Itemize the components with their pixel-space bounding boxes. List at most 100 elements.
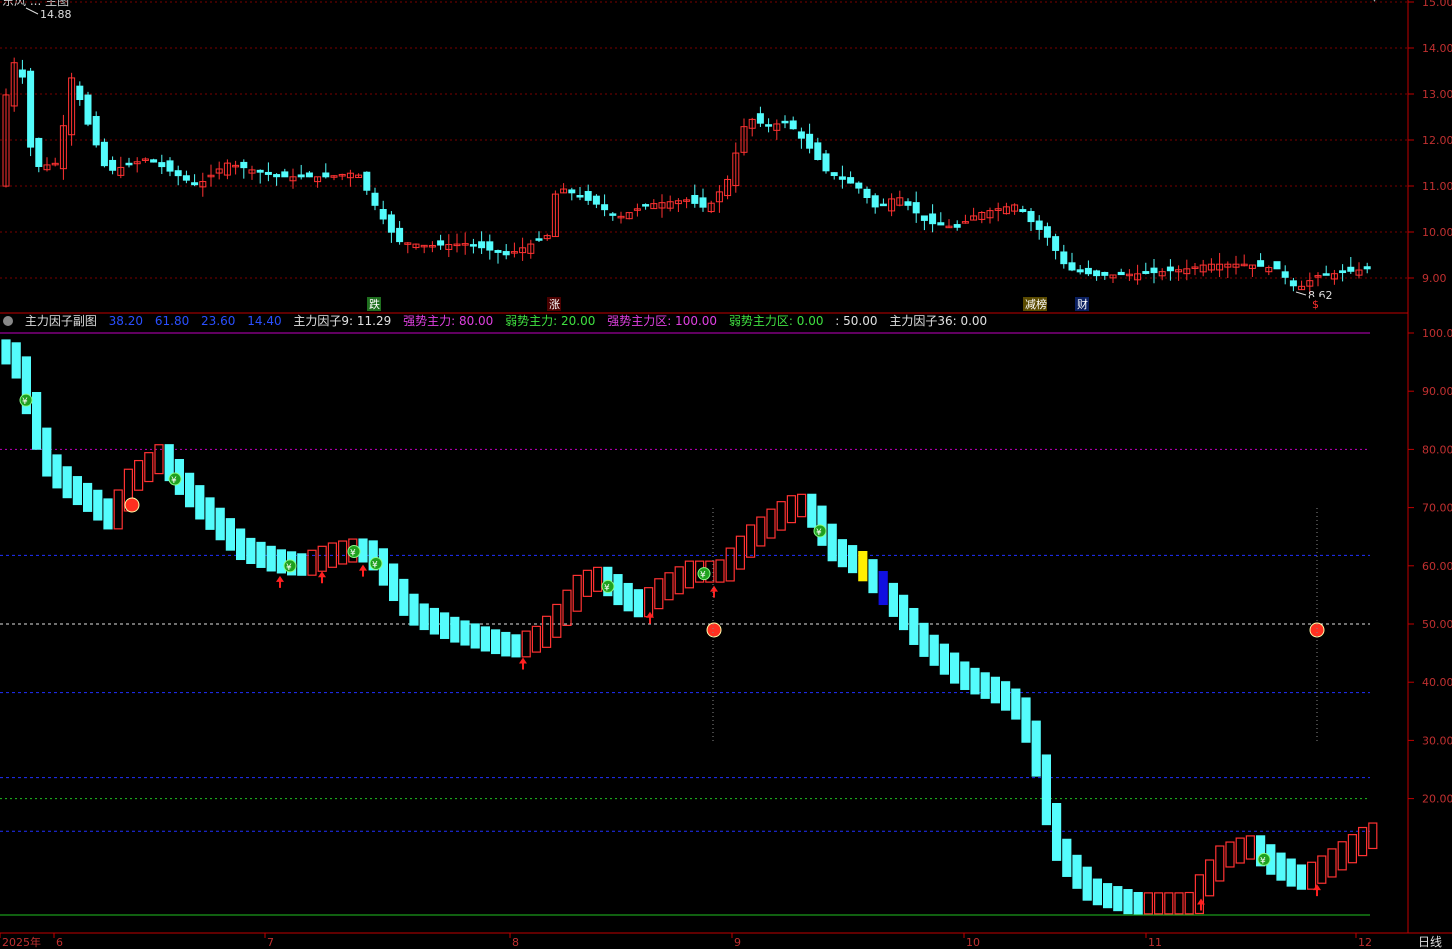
indicator-bar [1031, 720, 1041, 777]
x-axis-label: 12 [1358, 936, 1372, 949]
indicator-bar [1194, 874, 1205, 915]
indicator-bar [1235, 837, 1245, 864]
indicator-bar [460, 620, 470, 646]
indicator-bar [786, 495, 797, 524]
price-candle [1076, 269, 1084, 273]
indicator-bar [654, 578, 664, 610]
indicator-bar [307, 549, 317, 576]
stock-chart[interactable]: 15.00 14.00 13.00 12.00 11.00 10.00 9.00 14.88 8… [0, 0, 1452, 949]
price-low-pointer [1295, 291, 1307, 296]
price-tick-label: 9.00 [1422, 272, 1447, 285]
x-axis-label: 7 [267, 936, 274, 949]
indicator-bar [1, 339, 11, 365]
indicator-bar [847, 545, 858, 574]
indicator-bar [552, 603, 562, 638]
indicator-bar [82, 482, 93, 512]
sell-signal-glyph: ¥ [22, 397, 28, 407]
price-candle [568, 189, 576, 194]
price-candle [478, 241, 486, 249]
indicator-tick-label: 30.00 [1422, 734, 1452, 747]
x-axis-label: 2025年 [2, 935, 41, 949]
legend-value-strong-zone: 强势主力区: 100.00 [607, 314, 718, 328]
indicator-tick-label: 100.00 [1422, 327, 1452, 340]
sell-signal-glyph: ¥ [171, 476, 177, 486]
indicator-bar [1174, 892, 1184, 915]
sell-signal-glyph: ¥ [816, 528, 822, 538]
indicator-bar [684, 560, 695, 589]
indicator-bar [215, 507, 225, 541]
price-candle [576, 195, 584, 198]
indicator-bar [1317, 855, 1327, 884]
indicator-bar [470, 623, 480, 649]
price-tick-label: 13.00 [1422, 88, 1452, 101]
indicator-bar [898, 594, 909, 631]
indicator-bar [429, 607, 439, 635]
indicator-bar [501, 631, 511, 657]
x-axis-label: 11 [1148, 936, 1162, 949]
sell-signal-glyph: ¥ [350, 549, 356, 559]
price-candle [125, 162, 133, 166]
price-tick-label: 11.00 [1422, 180, 1452, 193]
legend-value-fib-382: 38.20 [108, 314, 144, 328]
price-candle [920, 215, 928, 221]
indicator-bar [1215, 845, 1225, 882]
window-controls[interactable]: ▾ ◦ ◦ [1372, 0, 1395, 5]
price-candle [863, 188, 871, 198]
price-candle [1273, 261, 1281, 270]
indicator-bar [1092, 878, 1103, 906]
indicator-bar [256, 541, 266, 568]
price-candle [256, 169, 264, 173]
price-candle [592, 195, 600, 205]
price-candle [781, 120, 789, 124]
indicator-bar [93, 489, 103, 521]
price-candle [953, 224, 961, 228]
indicator-bar [480, 626, 490, 652]
indicator-bar [42, 427, 52, 477]
indicator-bar [929, 634, 939, 666]
price-candle [35, 137, 43, 167]
indicator-bar [725, 547, 735, 582]
indicator-bar [888, 582, 899, 617]
indicator-bar [1011, 688, 1021, 720]
legend-value-fib-236: 23.60 [201, 314, 236, 328]
price-candle [1084, 267, 1092, 275]
sell-signal-glyph: ¥ [286, 563, 292, 573]
sell-signal-glyph: ¥ [700, 571, 706, 581]
indicator-bar [1357, 826, 1368, 857]
indicator-bar [195, 485, 205, 520]
indicator-bar [491, 629, 501, 655]
legend-value-mid: : 50.00 [835, 314, 878, 328]
indicator-bar [338, 540, 348, 565]
price-candle [904, 201, 912, 206]
price-candle [797, 131, 805, 139]
price-candle [182, 175, 190, 181]
price-candle [699, 197, 707, 208]
indicator-bar [440, 612, 450, 639]
price-candle [855, 182, 863, 189]
indicator-bar [297, 553, 307, 576]
price-candle [363, 171, 371, 191]
indicator-bar [664, 572, 674, 601]
sell-signal-glyph: ¥ [372, 561, 378, 571]
price-candle [609, 213, 617, 216]
price-candle [92, 116, 100, 146]
buy-arrow-icon [710, 585, 718, 598]
indicator-tick-label: 40.00 [1422, 676, 1452, 689]
indicator-legend: 主力因子副图 38.20 61.80 23.60 14.40 主力因子9: 11… [0, 313, 1408, 329]
indicator-bar [980, 672, 990, 699]
event-tag: 涨 [549, 298, 560, 311]
price-candle [109, 159, 117, 171]
legend-value-factor36: 主力因子36: 0.00 [889, 314, 988, 328]
indicator-bar [1102, 883, 1113, 909]
price-candle [84, 94, 92, 125]
price-candle [765, 124, 773, 127]
price-tick-label: 14.00 [1422, 42, 1452, 55]
price-candle [1166, 266, 1174, 272]
indicator-bar [1123, 889, 1133, 915]
price-candle [174, 170, 182, 177]
indicator-bar [613, 574, 623, 606]
indicator-name[interactable]: 主力因子副图 [25, 314, 97, 328]
collapse-icon[interactable] [3, 316, 13, 326]
price-candle [789, 120, 797, 130]
indicator-bar [1164, 892, 1174, 915]
